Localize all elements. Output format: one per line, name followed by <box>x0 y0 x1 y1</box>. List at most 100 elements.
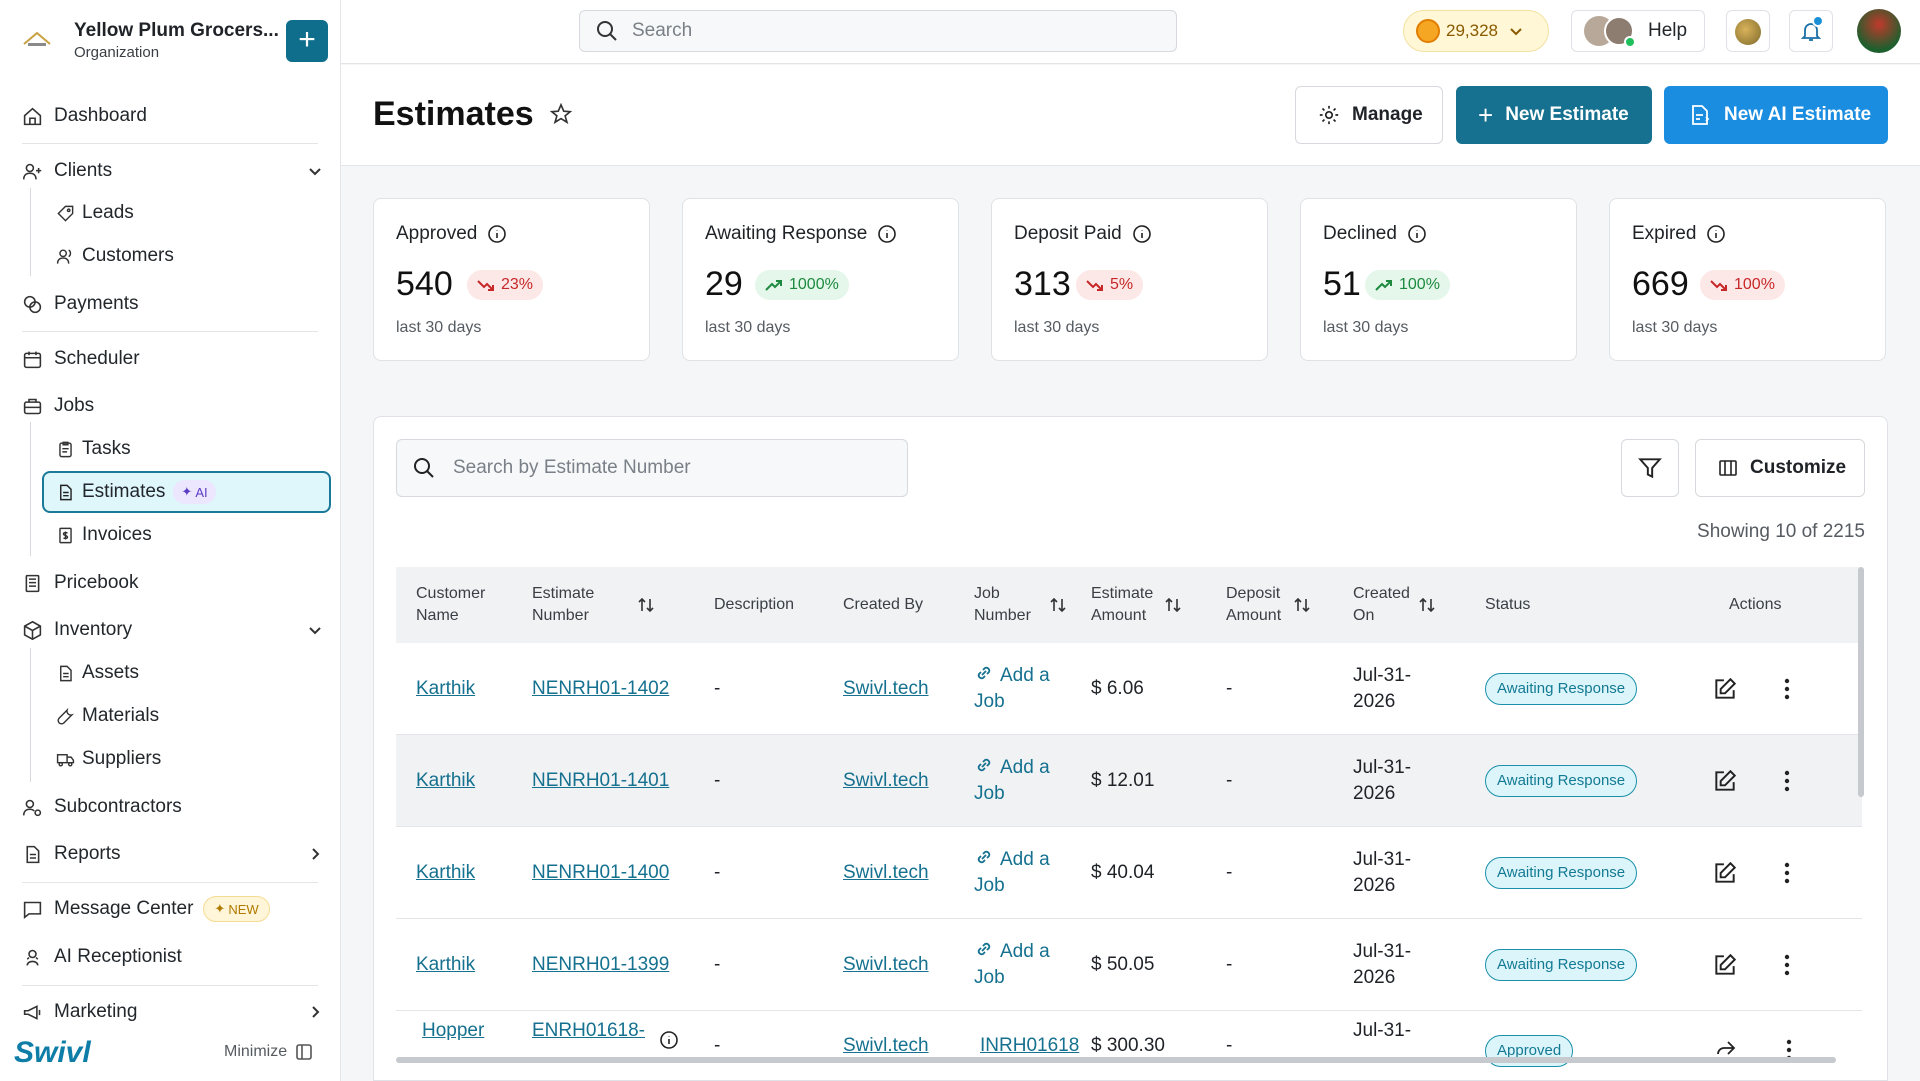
sidebar-item-clients[interactable]: Clients <box>20 155 321 187</box>
customer-link[interactable]: Karthik <box>416 860 475 886</box>
sidebar-item-materials[interactable]: Materials <box>54 701 159 731</box>
sidebar-item-inventory[interactable]: Inventory <box>20 614 321 646</box>
info-icon[interactable] <box>1706 224 1726 244</box>
table-row[interactable]: Karthik NENRH01-1401 - Swivl.tech Add a … <box>396 735 1862 827</box>
table-row[interactable]: Hopper ENRH01618- - Swivl.tech INRH01618… <box>396 1011 1862 1080</box>
user-avatar[interactable] <box>1857 9 1901 53</box>
sidebar-item-invoices[interactable]: Invoices <box>54 520 152 550</box>
minimize-button[interactable]: Minimize <box>224 1043 313 1061</box>
filter-button[interactable] <box>1621 439 1679 497</box>
chevron-down-icon[interactable] <box>306 621 324 639</box>
column-header-created-on[interactable]: Created On <box>1353 567 1437 643</box>
rewards-button[interactable] <box>1726 10 1770 52</box>
chevron-right-icon[interactable] <box>306 845 324 863</box>
add-button[interactable]: + <box>286 20 328 62</box>
sidebar-item-pricebook[interactable]: Pricebook <box>20 567 139 599</box>
add-job-link[interactable]: Add a Job <box>974 755 1064 807</box>
stat-card-approved[interactable]: Approved 540 23% last 30 days <box>373 198 650 361</box>
table-row[interactable]: Karthik NENRH01-1400 - Swivl.tech Add a … <box>396 827 1862 919</box>
chevron-down-icon[interactable] <box>306 162 324 180</box>
edit-icon[interactable] <box>1712 768 1738 794</box>
coins-balance-dropdown[interactable]: 29,328 <box>1403 10 1549 52</box>
sidebar-item-ai-receptionist[interactable]: AI Receptionist <box>20 941 182 973</box>
notifications-button[interactable] <box>1789 10 1833 52</box>
global-search-input[interactable]: Search <box>579 10 1177 52</box>
sidebar-item-subcontractors[interactable]: Subcontractors <box>20 791 182 823</box>
customer-link[interactable]: Hopper <box>422 1018 484 1044</box>
sidebar-item-payments[interactable]: Payments <box>20 288 138 320</box>
coins-value: 29,328 <box>1446 21 1498 40</box>
customize-button[interactable]: Customize <box>1695 439 1865 497</box>
new-estimate-button[interactable]: + New Estimate <box>1456 86 1652 144</box>
sidebar-item-scheduler[interactable]: Scheduler <box>20 343 140 375</box>
job-link[interactable]: INRH01618 <box>980 1033 1079 1059</box>
sidebar-item-reports[interactable]: Reports <box>20 838 320 870</box>
add-job-link[interactable]: Add a Job <box>974 847 1064 899</box>
more-vertical-icon[interactable] <box>1784 862 1790 884</box>
creator-link[interactable]: Swivl.tech <box>843 676 929 702</box>
sort-icon[interactable] <box>1417 595 1437 615</box>
stat-card-awaiting-response[interactable]: Awaiting Response 29 1000% last 30 days <box>682 198 959 361</box>
column-header-job-number[interactable]: Job Number <box>974 567 1068 643</box>
more-vertical-icon[interactable] <box>1784 770 1790 792</box>
sort-icon[interactable] <box>1292 595 1312 615</box>
creator-link[interactable]: Swivl.tech <box>843 952 929 978</box>
org-switcher[interactable]: Yellow Plum Grocers... Organization + <box>22 18 332 66</box>
sidebar-item-message-center[interactable]: Message Center ✦ NEW <box>20 893 270 925</box>
estimate-link[interactable]: NENRH01-1400 <box>532 860 669 886</box>
estimate-link[interactable]: NENRH01-1399 <box>532 952 669 978</box>
sidebar-item-marketing[interactable]: Marketing <box>20 996 320 1028</box>
edit-icon[interactable] <box>1712 860 1738 886</box>
info-icon[interactable] <box>659 1030 679 1050</box>
more-vertical-icon[interactable] <box>1784 678 1790 700</box>
sidebar-item-assets[interactable]: Assets <box>54 658 139 688</box>
estimate-link[interactable]: ENRH01618- <box>532 1018 645 1044</box>
creator-link[interactable]: Swivl.tech <box>843 768 929 794</box>
sort-icon[interactable] <box>1048 595 1068 615</box>
sidebar-item-suppliers[interactable]: Suppliers <box>54 744 161 774</box>
more-vertical-icon[interactable] <box>1784 954 1790 976</box>
sidebar-item-estimates[interactable]: Estimates ✦ AI <box>54 477 216 507</box>
customer-link[interactable]: Karthik <box>416 768 475 794</box>
add-job-link[interactable]: Add a Job <box>974 663 1064 715</box>
sidebar-item-dashboard[interactable]: Dashboard <box>20 100 147 132</box>
column-header-created-by: Created By <box>843 567 923 643</box>
stat-card-declined[interactable]: Declined 51 100% last 30 days <box>1300 198 1577 361</box>
info-icon[interactable] <box>1132 224 1152 244</box>
table-row[interactable]: Karthik NENRH01-1402 - Swivl.tech Add a … <box>396 643 1862 735</box>
stat-card-deposit-paid[interactable]: Deposit Paid 313 5% last 30 days <box>991 198 1268 361</box>
chevron-right-icon[interactable] <box>306 1003 324 1021</box>
sort-icon[interactable] <box>1163 595 1183 615</box>
creator-link[interactable]: Swivl.tech <box>843 1033 929 1059</box>
info-icon[interactable] <box>487 224 507 244</box>
estimate-search-input[interactable]: Search by Estimate Number <box>396 439 908 497</box>
customer-link[interactable]: Karthik <box>416 952 475 978</box>
edit-icon[interactable] <box>1712 676 1738 702</box>
info-icon[interactable] <box>1407 224 1427 244</box>
table-row[interactable]: Karthik NENRH01-1399 - Swivl.tech Add a … <box>396 919 1862 1011</box>
star-icon[interactable] <box>550 103 572 125</box>
new-ai-estimate-button[interactable]: New AI Estimate <box>1664 86 1888 144</box>
sidebar-item-customers[interactable]: Customers <box>54 241 174 271</box>
creator-link[interactable]: Swivl.tech <box>843 860 929 886</box>
add-job-link[interactable]: Add a Job <box>974 939 1064 991</box>
help-button[interactable]: Help <box>1571 10 1705 52</box>
sort-icon[interactable] <box>636 595 656 615</box>
edit-icon[interactable] <box>1712 952 1738 978</box>
estimate-link[interactable]: NENRH01-1402 <box>532 676 669 702</box>
column-header-estimate-amount[interactable]: Estimate Amount <box>1091 567 1183 643</box>
sidebar-item-tasks[interactable]: Tasks <box>54 434 131 464</box>
sidebar-item-jobs[interactable]: Jobs <box>20 390 94 422</box>
estimate-number-cell: ENRH01618- <box>532 1011 679 1051</box>
sidebar-item-leads[interactable]: Leads <box>54 198 134 228</box>
customer-link[interactable]: Karthik <box>416 676 475 702</box>
info-icon[interactable] <box>877 224 897 244</box>
stat-card-expired[interactable]: Expired 669 100% last 30 days <box>1609 198 1886 361</box>
vertical-scrollbar[interactable] <box>1858 567 1864 797</box>
job-number-cell: Add a Job <box>974 643 1064 735</box>
column-header-estimate-number[interactable]: Estimate Number <box>532 567 682 643</box>
horizontal-scrollbar[interactable] <box>396 1057 1836 1063</box>
column-header-deposit-amount[interactable]: Deposit Amount <box>1226 567 1312 643</box>
estimate-link[interactable]: NENRH01-1401 <box>532 768 669 794</box>
manage-button[interactable]: Manage <box>1295 86 1443 144</box>
